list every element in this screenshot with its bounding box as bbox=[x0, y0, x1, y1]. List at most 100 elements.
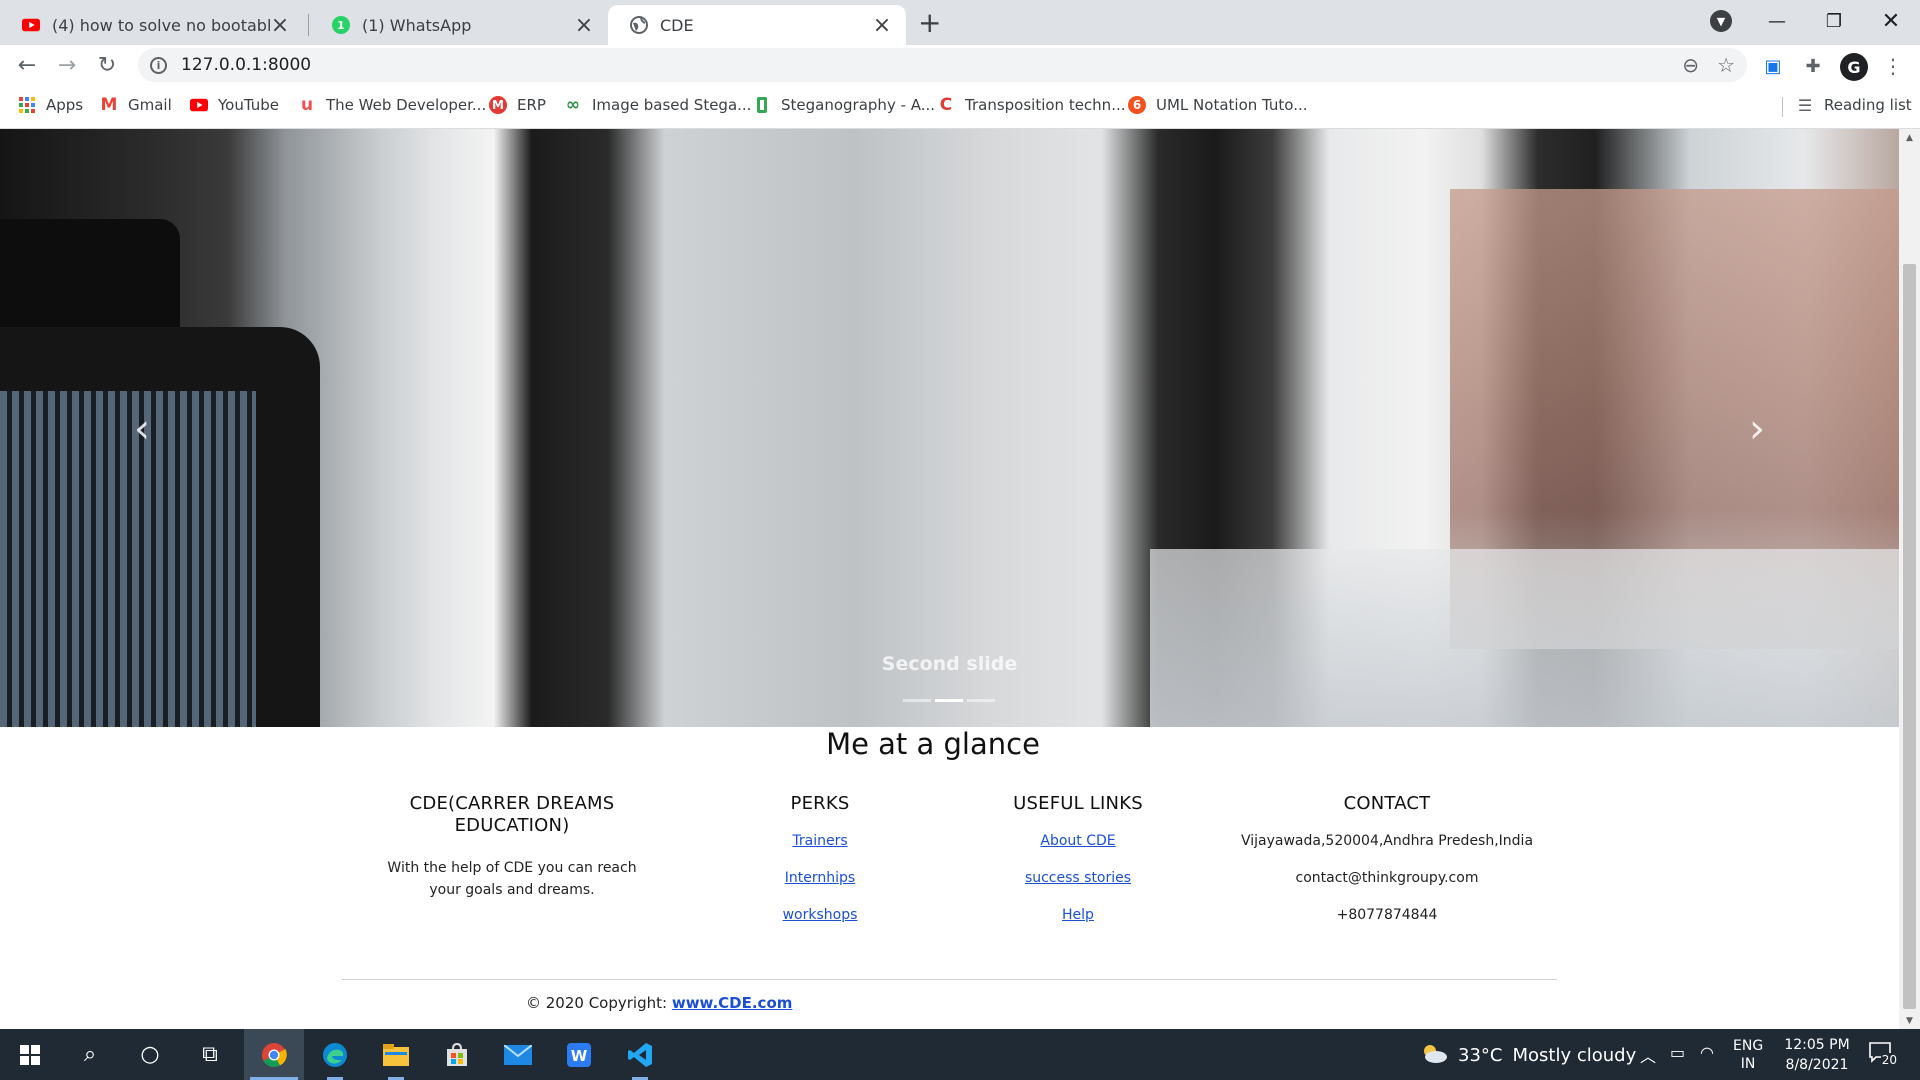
bookmark-label: Steganography - A... bbox=[781, 96, 936, 114]
bookmark-label: YouTube bbox=[218, 96, 279, 114]
wps-writer-icon[interactable]: W bbox=[549, 1029, 609, 1080]
footer-divider bbox=[342, 979, 1557, 980]
link-internships[interactable]: Internhips bbox=[740, 867, 900, 889]
tab-title: (4) how to solve no bootable dev bbox=[52, 15, 270, 35]
tab-cde[interactable]: CDE × bbox=[608, 5, 906, 45]
link-success-stories[interactable]: success stories bbox=[978, 867, 1178, 889]
contact-phone: +8077874844 bbox=[1336, 907, 1438, 923]
link-help[interactable]: Help bbox=[978, 904, 1178, 926]
windows-taskbar: ⌕ ○ ⧉ W 33°C Mostly cloudy ︿ ▭ ◠ ENG IN … bbox=[0, 1029, 1920, 1080]
battery-icon[interactable]: ▭ bbox=[1670, 1043, 1685, 1062]
notifications-button[interactable]: 20 bbox=[1868, 1041, 1898, 1067]
link-trainers[interactable]: Trainers bbox=[740, 830, 900, 852]
bookmark-steganography[interactable]: Steganography - A... bbox=[753, 96, 935, 114]
svg-text:1: 1 bbox=[337, 19, 345, 32]
browser-toolbar: ← → ↻ i 127.0.0.1:8000 ⊖ ☆ ▣ ✚ G ⋮ bbox=[0, 45, 1920, 85]
forward-button[interactable]: → bbox=[51, 49, 83, 81]
close-window-button[interactable]: ✕ bbox=[1867, 4, 1915, 38]
back-button[interactable]: ← bbox=[11, 49, 43, 81]
bookmark-gmail[interactable]: M Gmail bbox=[100, 95, 172, 115]
reading-list-label: Reading list bbox=[1824, 96, 1912, 114]
footer-about-text: With the help of CDE you can reach your … bbox=[387, 860, 637, 898]
youtube-icon bbox=[190, 96, 208, 114]
profile-avatar[interactable]: G bbox=[1840, 53, 1868, 81]
scroll-up-arrow-icon[interactable]: ▲ bbox=[1899, 129, 1920, 146]
bookmark-label: Transposition techn... bbox=[965, 96, 1126, 114]
chrome-taskbar-icon[interactable] bbox=[244, 1029, 304, 1080]
scroll-down-arrow-icon[interactable]: ▼ bbox=[1899, 1012, 1920, 1029]
link-workshops[interactable]: workshops bbox=[740, 904, 900, 926]
site-info-icon[interactable]: i bbox=[150, 56, 167, 74]
carousel-caption: Second slide bbox=[881, 653, 1018, 675]
footer-useful-links-column: USEFUL LINKS About CDE success stories H… bbox=[978, 793, 1178, 926]
bookmark-star-icon[interactable]: ☆ bbox=[1717, 53, 1735, 77]
extensions-puzzle-icon[interactable]: ✚ bbox=[1800, 53, 1826, 79]
address-bar[interactable]: i 127.0.0.1:8000 ⊖ ☆ bbox=[138, 48, 1747, 82]
search-icon[interactable]: ⌕ bbox=[60, 1029, 120, 1080]
bookmark-youtube[interactable]: YouTube bbox=[190, 96, 279, 114]
carousel-indicator-1[interactable] bbox=[903, 699, 931, 702]
reading-list-icon: ☰ bbox=[1797, 95, 1813, 115]
tab-title: CDE bbox=[660, 15, 694, 35]
bookmark-transposition[interactable]: C Transposition techn... bbox=[937, 95, 1126, 115]
scrollbar-thumb[interactable] bbox=[1903, 264, 1916, 1009]
erp-icon: M bbox=[489, 96, 507, 114]
carousel-prev-button[interactable]: ‹ bbox=[102, 389, 182, 469]
taskbar-clock[interactable]: 12:05 PM 8/8/2021 bbox=[1778, 1035, 1856, 1075]
task-view-icon[interactable]: ⧉ bbox=[180, 1029, 240, 1080]
file-explorer-icon[interactable] bbox=[366, 1029, 426, 1080]
browser-tab-strip: (4) how to solve no bootable dev × 1 (1)… bbox=[0, 0, 1920, 45]
start-windows-icon[interactable] bbox=[0, 1029, 60, 1080]
reading-list-button[interactable]: ☰ Reading list bbox=[1796, 95, 1912, 115]
bookmark-apps[interactable]: Apps bbox=[18, 96, 83, 114]
zoom-icon[interactable]: ⊖ bbox=[1682, 53, 1699, 77]
restore-button[interactable]: ❐ bbox=[1810, 4, 1858, 38]
wifi-icon[interactable]: ◠ bbox=[1700, 1043, 1714, 1062]
vscode-icon[interactable] bbox=[610, 1029, 670, 1080]
cortana-icon[interactable]: ○ bbox=[120, 1029, 180, 1080]
bookmark-web-developer[interactable]: u The Web Developer... bbox=[298, 95, 486, 115]
mail-icon[interactable] bbox=[488, 1029, 548, 1080]
bookmark-erp[interactable]: M ERP bbox=[489, 96, 546, 114]
carousel-indicator-2[interactable] bbox=[935, 699, 963, 702]
close-tab-icon[interactable]: × bbox=[574, 13, 594, 38]
link-about-cde[interactable]: About CDE bbox=[978, 830, 1178, 852]
bookmarks-bar: Apps M Gmail YouTube u The Web Developer… bbox=[0, 85, 1920, 129]
footer-contact-column: CONTACT Vijayawada,520004,Andhra Predesh… bbox=[1227, 793, 1547, 926]
weather-widget[interactable]: 33°C Mostly cloudy bbox=[1420, 1043, 1636, 1068]
tab-youtube[interactable]: (4) how to solve no bootable dev × bbox=[0, 5, 304, 45]
apps-grid-icon bbox=[18, 96, 36, 114]
clock-time: 12:05 PM bbox=[1784, 1037, 1850, 1053]
carousel-indicator-3[interactable] bbox=[967, 699, 995, 702]
footer-perks-heading: PERKS bbox=[790, 793, 850, 814]
bookmark-image-stega[interactable]: ∞ Image based Stega... bbox=[564, 95, 752, 115]
footer-about-column: CDE(CARRER DREAMS EDUCATION) With the he… bbox=[369, 793, 655, 901]
input-language-indicator[interactable]: ENG IN bbox=[1733, 1037, 1763, 1073]
contact-email: contact@thinkgroupy.com bbox=[1295, 870, 1479, 886]
hero-carousel: ‹ › Second slide bbox=[0, 129, 1899, 727]
new-tab-button[interactable]: + bbox=[918, 6, 941, 39]
show-hidden-icons-chevron-icon[interactable]: ︿ bbox=[1640, 1043, 1656, 1067]
bookmark-uml[interactable]: 6 UML Notation Tuto... bbox=[1128, 96, 1308, 114]
edge-taskbar-icon[interactable] bbox=[305, 1029, 365, 1080]
contact-address: Vijayawada,520004,Andhra Predesh,India bbox=[1240, 833, 1534, 849]
svg-text:W: W bbox=[571, 1047, 588, 1065]
bookmark-label: ERP bbox=[517, 96, 546, 114]
tab-search-icon[interactable]: ▼ bbox=[1710, 10, 1732, 32]
cloud-sun-icon bbox=[1420, 1043, 1448, 1068]
copyright-link[interactable]: www.CDE.com bbox=[672, 994, 793, 1012]
footer-contact-heading: CONTACT bbox=[1343, 793, 1431, 814]
carousel-next-button[interactable]: › bbox=[1717, 389, 1797, 469]
language-code: ENG bbox=[1733, 1038, 1764, 1054]
page-scrollbar[interactable]: ▲ ▼ bbox=[1899, 129, 1920, 1029]
close-tab-icon[interactable]: × bbox=[872, 13, 892, 38]
tab-title: (1) WhatsApp bbox=[362, 15, 472, 35]
close-tab-icon[interactable]: × bbox=[270, 13, 290, 38]
menu-kebab-icon[interactable]: ⋮ bbox=[1880, 53, 1906, 79]
udemy-icon: u bbox=[300, 95, 314, 115]
reload-button[interactable]: ↻ bbox=[91, 49, 123, 81]
minimize-button[interactable]: — bbox=[1753, 4, 1801, 38]
screen-capture-extension-icon[interactable]: ▣ bbox=[1760, 53, 1786, 79]
tab-whatsapp[interactable]: 1 (1) WhatsApp × bbox=[310, 5, 608, 45]
microsoft-store-icon[interactable] bbox=[427, 1029, 487, 1080]
